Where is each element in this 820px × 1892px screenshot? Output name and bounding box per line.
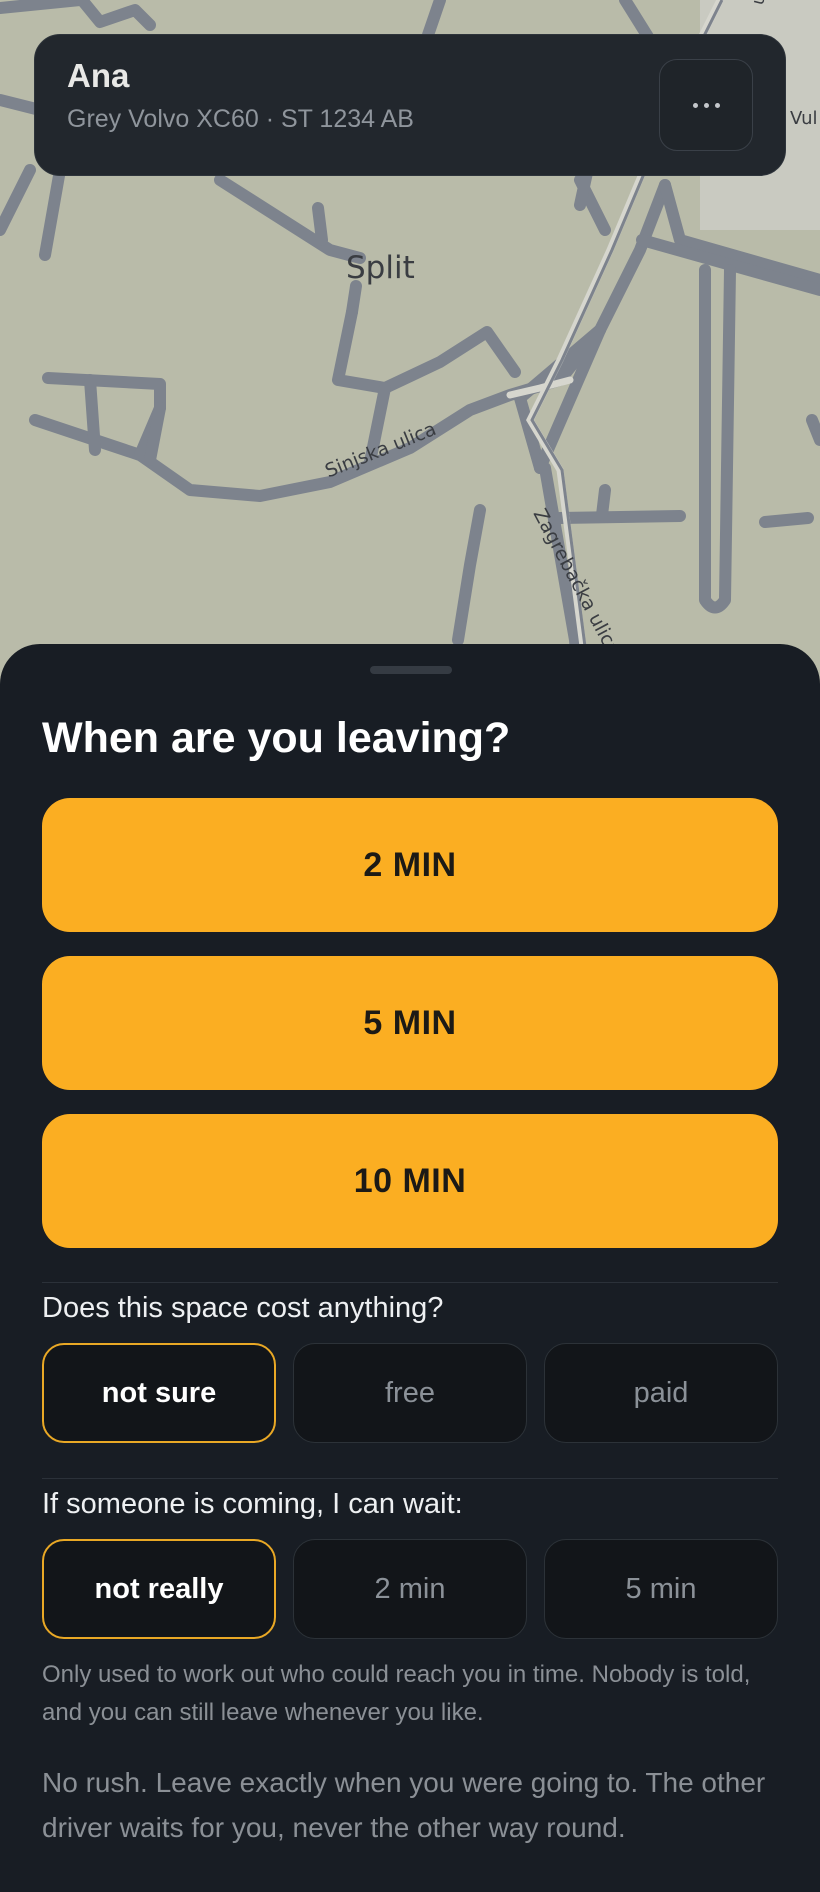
ellipsis-icon xyxy=(703,102,709,108)
divider xyxy=(42,1282,778,1283)
map-city-label: Split xyxy=(346,250,415,286)
driver-car-details: Grey Volvo XC60 · ST 1234 AB xyxy=(67,105,414,133)
cost-question: Does this space cost anything? xyxy=(42,1292,444,1324)
driver-card: Ana Grey Volvo XC60 · ST 1234 AB xyxy=(34,34,786,176)
wait-option-not-really[interactable]: not really xyxy=(42,1539,276,1639)
bottom-sheet: When are you leaving? 2 MIN 5 MIN 10 MIN… xyxy=(0,644,820,1892)
wait-option-2-min[interactable]: 2 min xyxy=(293,1539,527,1639)
sheet-drag-handle[interactable] xyxy=(370,666,452,674)
divider xyxy=(42,1478,778,1479)
leave-5-min-button[interactable]: 5 MIN xyxy=(42,956,778,1090)
leave-2-min-button[interactable]: 2 MIN xyxy=(42,798,778,932)
cost-option-not-sure[interactable]: not sure xyxy=(42,1343,276,1443)
cost-option-paid[interactable]: paid xyxy=(544,1343,778,1443)
wait-explanation-note: Only used to work out who could reach yo… xyxy=(42,1661,751,1726)
ellipsis-icon xyxy=(714,102,720,108)
cost-option-free[interactable]: free xyxy=(293,1343,527,1443)
map-street-label: Vul xyxy=(790,108,818,129)
driver-name: Ana xyxy=(67,57,130,94)
more-options-button[interactable] xyxy=(659,59,753,151)
sheet-title: When are you leaving? xyxy=(42,714,511,762)
ellipsis-icon xyxy=(692,102,698,108)
wait-option-5-min[interactable]: 5 min xyxy=(544,1539,778,1639)
reassurance-text: No rush. Leave exactly when you were goi… xyxy=(42,1767,766,1843)
leave-10-min-button[interactable]: 10 MIN xyxy=(42,1114,778,1248)
wait-question: If someone is coming, I can wait: xyxy=(42,1488,463,1520)
